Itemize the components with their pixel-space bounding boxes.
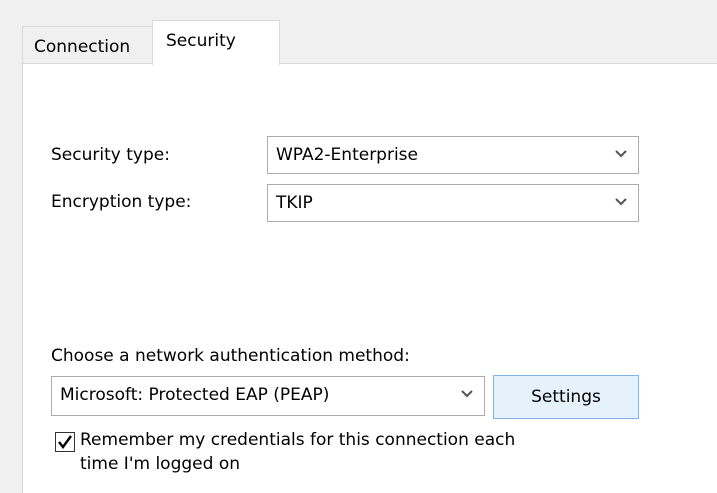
tab-security[interactable]: Security	[152, 20, 280, 65]
tab-strip: Connection Security	[22, 20, 717, 65]
auth-method-value: Microsoft: Protected EAP (PEAP)	[60, 385, 330, 405]
tab-connection[interactable]: Connection	[22, 26, 154, 64]
remember-credentials-label[interactable]: Remember my credentials for this connect…	[80, 428, 550, 476]
encryption-type-label: Encryption type:	[51, 192, 192, 212]
chevron-down-icon	[615, 198, 627, 206]
chevron-down-icon	[615, 150, 627, 158]
remember-credentials-checkbox[interactable]	[55, 432, 75, 452]
settings-button[interactable]: Settings	[493, 375, 639, 419]
security-type-select[interactable]: WPA2-Enterprise	[267, 136, 639, 174]
tab-security-label: Security	[166, 31, 236, 51]
auth-method-select[interactable]: Microsoft: Protected EAP (PEAP)	[51, 376, 485, 416]
tab-connection-label: Connection	[34, 37, 131, 57]
auth-method-label: Choose a network authentication method:	[51, 346, 410, 366]
encryption-type-select[interactable]: TKIP	[267, 184, 639, 222]
checkmark-icon	[58, 435, 72, 449]
encryption-type-value: TKIP	[276, 193, 313, 213]
settings-button-label: Settings	[531, 387, 601, 407]
chevron-down-icon	[461, 390, 473, 398]
security-type-value: WPA2-Enterprise	[276, 145, 419, 165]
security-type-label: Security type:	[51, 145, 170, 165]
security-panel: Security type: WPA2-Enterprise Encryptio…	[22, 63, 717, 493]
